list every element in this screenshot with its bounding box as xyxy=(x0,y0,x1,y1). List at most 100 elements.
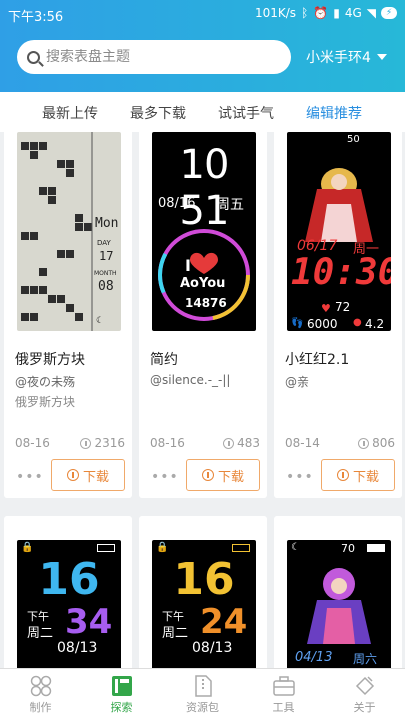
search-icon xyxy=(27,50,40,64)
theme-card[interactable]: 🔒 16 下午 周二 34 08/13 xyxy=(4,516,132,668)
nav-explore[interactable]: 探索 xyxy=(81,669,162,720)
preview-battery: 70 xyxy=(341,542,355,555)
download-count-icon xyxy=(223,437,235,449)
nav-tools[interactable]: 工具 xyxy=(243,669,324,720)
theme-preview: 50 06/17 周一 10:30 ♥ 72 👣 6000 ● 4.2 xyxy=(287,132,391,331)
preview-date: 04/13 xyxy=(295,650,333,665)
preview-hour: 16 xyxy=(173,554,235,605)
tab-editor-picks[interactable]: 编辑推荐 xyxy=(306,103,362,123)
tetris-preview-art xyxy=(21,132,93,331)
battery-indicator xyxy=(367,544,385,552)
theme-date: 08-14 xyxy=(285,436,320,450)
wifi-icon: ◥ xyxy=(366,6,376,20)
more-icon[interactable]: ••• xyxy=(286,469,314,485)
theme-preview: Mon DAY 17 MONTH 08 ☾ xyxy=(17,132,121,331)
preview-month-label: MONTH xyxy=(94,270,117,277)
location-icon: ● xyxy=(353,317,362,328)
preview-day: Mon xyxy=(95,216,119,231)
status-time: 下午3:56 xyxy=(8,10,64,25)
bottom-nav: 制作 探索 资源包 工具 关于 xyxy=(0,668,405,720)
more-icon[interactable]: ••• xyxy=(151,469,179,485)
download-count-value: 806 xyxy=(372,436,395,450)
preview-distance: 4.2 xyxy=(365,317,385,331)
preview-weekday: 周二 xyxy=(162,626,189,641)
preview-month-value: 08 xyxy=(98,279,114,294)
battery-indicator xyxy=(232,544,250,552)
theme-description: 俄罗斯方块 xyxy=(15,395,76,409)
theme-author[interactable]: @silence.-_-|| xyxy=(150,373,230,387)
heart-icon: ♥ xyxy=(321,302,331,315)
moon-icon: ☾ xyxy=(291,542,300,553)
download-button[interactable]: 下载 xyxy=(321,459,395,491)
toolbox-icon xyxy=(272,675,295,697)
theme-preview: 10 51 08/16 周五 I AoYou 14876 xyxy=(152,132,256,331)
alarm-icon: ⏰ xyxy=(313,6,329,20)
download-count: 806 xyxy=(358,436,395,450)
theme-card[interactable]: Mon DAY 17 MONTH 08 ☾ 俄罗斯方块 @夜の未殇 俄罗斯方块 … xyxy=(4,132,132,498)
theme-author[interactable]: @夜の未殇 xyxy=(15,373,75,390)
character-art xyxy=(307,568,371,644)
theme-preview: 🔒 16 下午 周二 24 08/13 xyxy=(152,540,256,668)
theme-preview: ☾ 70 04/13 周六 xyxy=(287,540,391,668)
preview-day-value: 17 xyxy=(99,249,114,263)
explore-icon xyxy=(111,675,133,697)
preview-love: I xyxy=(185,256,191,275)
nav-resource[interactable]: 资源包 xyxy=(162,669,243,720)
grid-icon xyxy=(30,675,52,697)
search-bar[interactable] xyxy=(17,40,291,74)
network-speed: 101K/s xyxy=(254,6,297,20)
download-button[interactable]: 下载 xyxy=(51,459,125,491)
download-count: 2316 xyxy=(80,436,125,450)
download-button-label: 下载 xyxy=(82,469,109,485)
battery-indicator xyxy=(97,544,115,552)
theme-date: 08-16 xyxy=(15,436,50,450)
nav-about[interactable]: 关于 xyxy=(324,669,405,720)
preview-heart: 72 xyxy=(335,300,351,314)
download-count-value: 483 xyxy=(237,436,260,450)
nav-about-label: 关于 xyxy=(353,701,376,714)
theme-card[interactable]: 10 51 08/16 周五 I AoYou 14876 简约 @silence… xyxy=(139,132,267,498)
status-bar: 下午3:56 101K/s ᛒ ⏰ ▮ 4G ◥ ⚡ xyxy=(0,0,405,30)
tab-random[interactable]: 试试手气 xyxy=(218,103,274,123)
theme-preview: 🔒 16 下午 周二 34 08/13 xyxy=(17,540,121,668)
moon-icon: ☾ xyxy=(96,316,105,326)
theme-title: 小红红2.1 xyxy=(285,352,350,368)
theme-date: 08-16 xyxy=(150,436,185,450)
theme-card[interactable]: 🔒 16 下午 周二 24 08/13 xyxy=(139,516,267,668)
theme-author[interactable]: @亲 xyxy=(285,373,309,390)
preview-weekday: 周二 xyxy=(27,626,54,641)
ring-art xyxy=(158,229,250,321)
theme-card[interactable]: ☾ 70 04/13 周六 xyxy=(274,516,402,668)
bluetooth-icon: ᛒ xyxy=(301,6,309,20)
nav-make[interactable]: 制作 xyxy=(0,669,81,720)
preview-steps: 14876 xyxy=(185,296,227,310)
preview-brand: AoYou xyxy=(180,276,226,291)
download-icon xyxy=(201,469,214,481)
about-icon xyxy=(354,675,376,697)
preview-date: 08/13 xyxy=(57,640,98,656)
theme-title: 俄罗斯方块 xyxy=(15,352,85,368)
theme-card[interactable]: 50 06/17 周一 10:30 ♥ 72 👣 6000 ● 4.2 小红红2… xyxy=(274,132,402,498)
lock-icon: 🔒 xyxy=(156,542,169,553)
download-count-icon xyxy=(80,437,92,449)
download-count-value: 2316 xyxy=(94,436,125,450)
network-type: 4G xyxy=(344,6,362,20)
tab-latest[interactable]: 最新上传 xyxy=(42,103,98,123)
nav-tools-label: 工具 xyxy=(272,701,295,714)
more-icon[interactable]: ••• xyxy=(16,469,44,485)
nav-resource-label: 资源包 xyxy=(186,701,219,714)
device-selector[interactable]: 小米手环4 xyxy=(306,47,387,67)
status-icons: 101K/s ᛒ ⏰ ▮ 4G ◥ ⚡ xyxy=(255,6,397,20)
lock-icon: 🔒 xyxy=(21,542,34,553)
character-art xyxy=(305,168,373,242)
preview-date: 08/13 xyxy=(192,640,233,656)
tab-bar: 最新上传 最多下载 试试手气 编辑推荐 xyxy=(0,92,405,132)
preview-minute: 34 xyxy=(65,602,113,642)
download-button[interactable]: 下载 xyxy=(186,459,260,491)
tab-most-downloads[interactable]: 最多下载 xyxy=(130,103,186,123)
preview-minute: 24 xyxy=(200,602,248,642)
search-input[interactable] xyxy=(46,49,266,65)
download-button-label: 下载 xyxy=(217,469,244,485)
preview-date: 08/16 xyxy=(158,196,196,211)
preview-day-label: DAY xyxy=(97,239,111,247)
